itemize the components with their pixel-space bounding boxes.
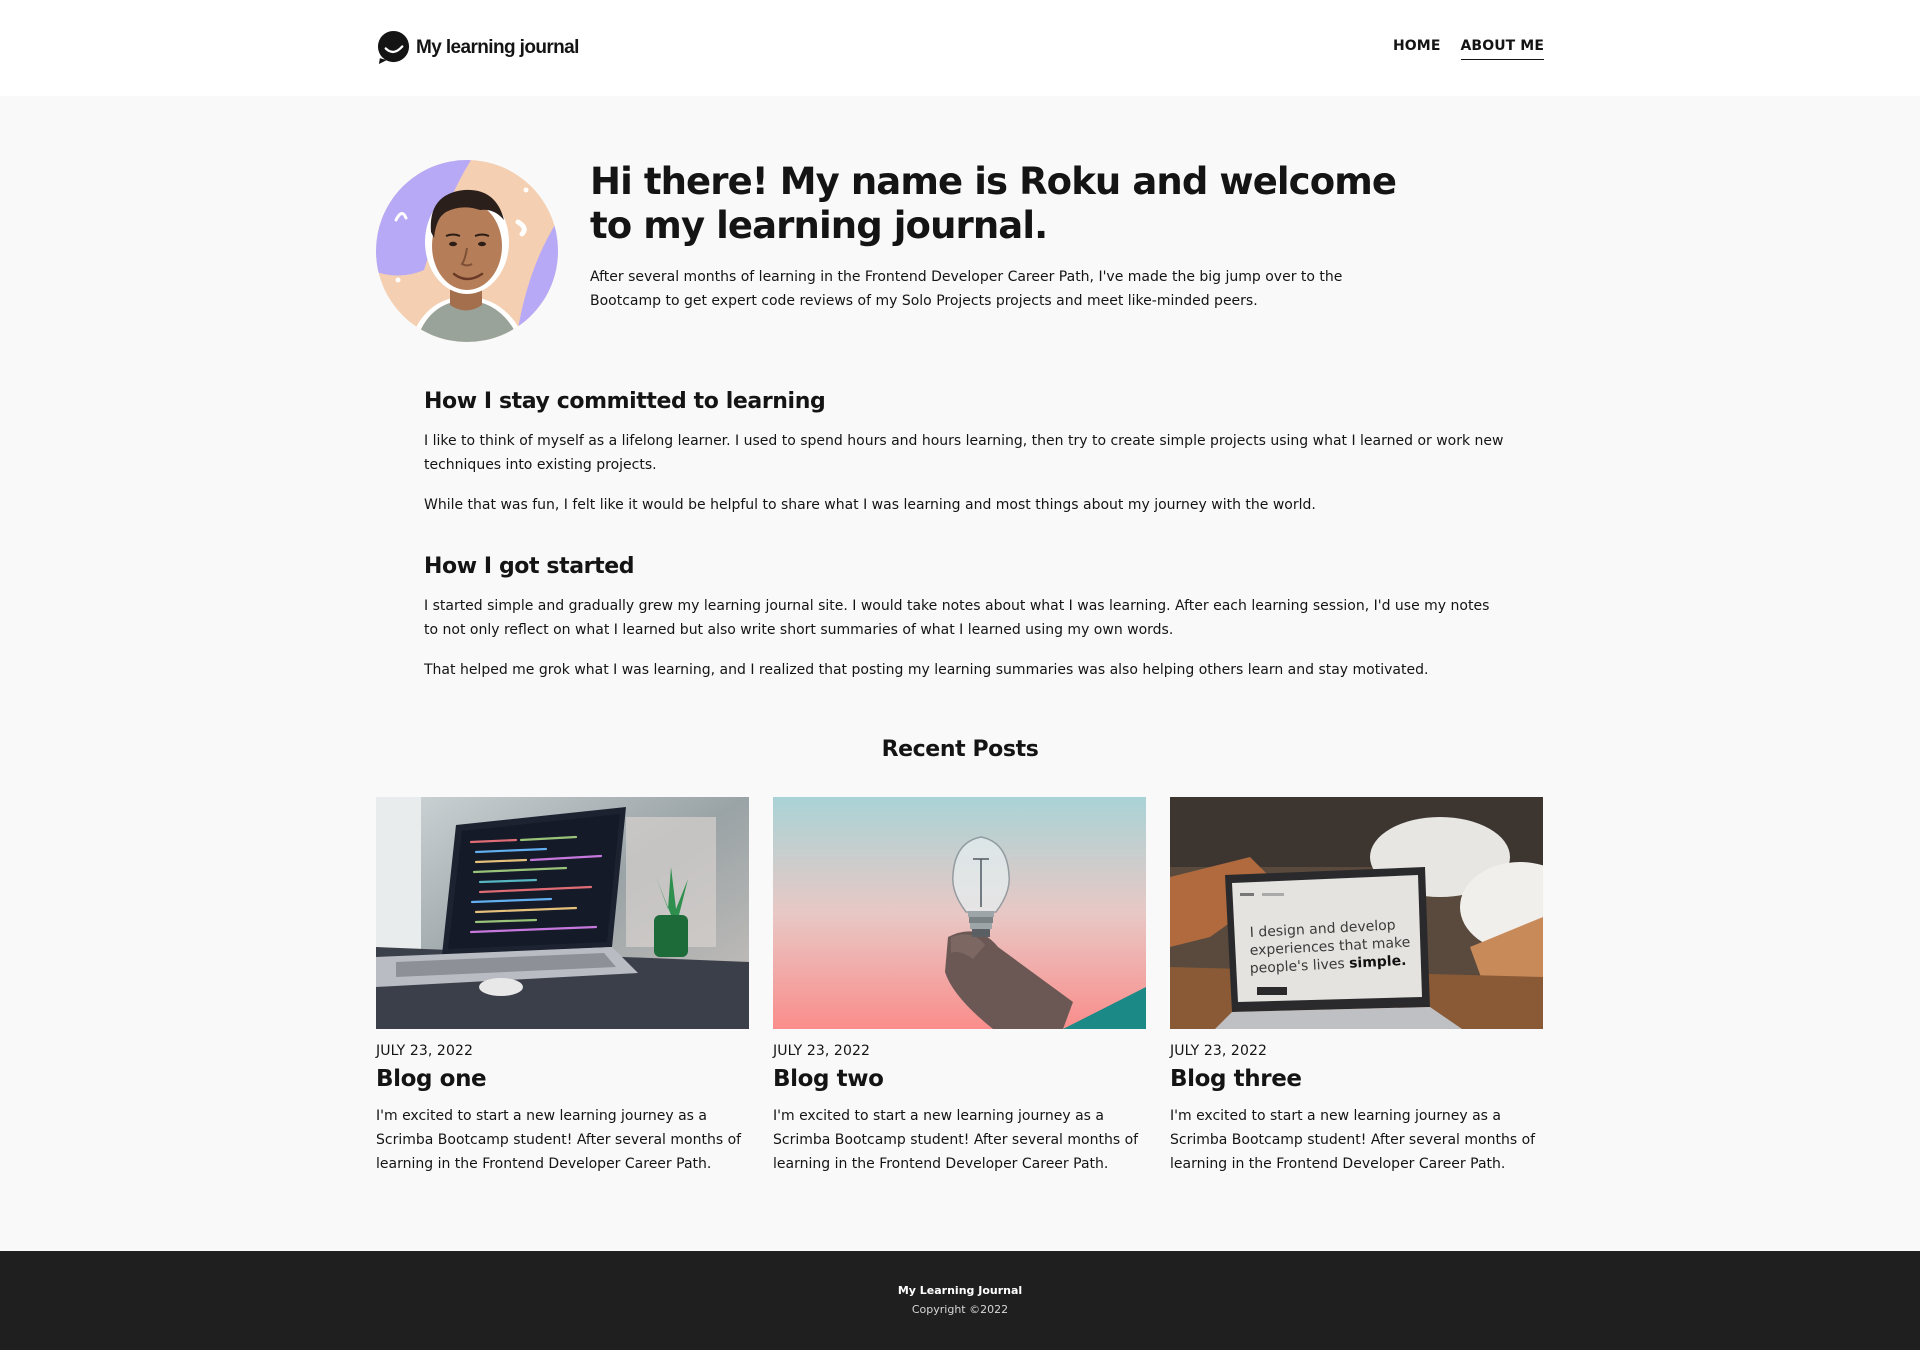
laptop-screen-text-line-4: simple. [1349,953,1407,972]
main-nav: HOME ABOUT ME [1393,38,1544,60]
hero-title: Hi there! My name is Roku and welcome to… [590,160,1397,247]
post-title[interactable]: Blog one [376,1066,749,1092]
profile-avatar [376,160,558,342]
post-card[interactable]: I design and develop experiences that ma… [1170,797,1543,1176]
post-image[interactable] [376,797,749,1029]
laptop-portfolio-photo: I design and develop experiences that ma… [1170,797,1543,1029]
post-image[interactable] [773,797,1146,1029]
about-block-committed: How I stay committed to learning I like … [424,387,1504,517]
brand-logo-link[interactable]: My learning journal [376,30,579,65]
hero-description: After several months of learning in the … [590,269,1343,309]
about-block-started: How I got started I started simple and g… [424,552,1504,682]
site-header: My learning journal HOME ABOUT ME [0,0,1920,96]
laptop-with-code-photo [376,797,749,1029]
recent-posts-grid: JULY 23, 2022 Blog one I'm excited to st… [376,797,1544,1176]
about-paragraph: I like to think of myself as a lifelong … [424,433,1504,473]
nav-home-link[interactable]: HOME [1393,38,1441,60]
about-paragraph: I started simple and gradually grew my l… [424,598,1490,638]
footer-copyright: Copyright ©2022 [911,1303,1009,1316]
footer-brand: My Learning Journal [897,1284,1023,1297]
post-date: JULY 23, 2022 [773,1043,870,1059]
hand-holding-lightbulb-photo [773,797,1146,1029]
post-excerpt: I'm excited to start a new learning jour… [773,1108,1139,1172]
post-date: JULY 23, 2022 [376,1043,473,1059]
about-section: How I stay committed to learning I like … [424,387,1504,698]
chat-bubble-logo-icon [377,30,410,65]
post-card[interactable]: JULY 23, 2022 Blog one I'm excited to st… [376,797,749,1176]
about-paragraph: That helped me grok what I was learning,… [424,662,1429,678]
about-paragraph: While that was fun, I felt like it would… [424,497,1316,513]
hero-text: Hi there! My name is Roku and welcome to… [590,160,1410,313]
site-footer: My Learning Journal Copyright ©2022 [0,1251,1920,1350]
hero-section: Hi there! My name is Roku and welcome to… [376,160,1544,342]
brand-name: My learning journal [416,36,579,58]
post-card[interactable]: JULY 23, 2022 Blog two I'm excited to st… [773,797,1146,1176]
about-heading-committed: How I stay committed to learning [424,389,826,414]
recent-posts-title: Recent Posts [881,737,1039,762]
post-image[interactable]: I design and develop experiences that ma… [1170,797,1543,1029]
post-date: JULY 23, 2022 [1170,1043,1267,1059]
post-excerpt: I'm excited to start a new learning jour… [1170,1108,1536,1172]
profile-portrait-illustration [376,160,558,342]
post-title[interactable]: Blog two [773,1066,1146,1092]
post-title[interactable]: Blog three [1170,1066,1543,1092]
about-heading-started: How I got started [424,554,635,579]
nav-about-me-link[interactable]: ABOUT ME [1460,38,1544,60]
post-excerpt: I'm excited to start a new learning jour… [376,1108,742,1172]
